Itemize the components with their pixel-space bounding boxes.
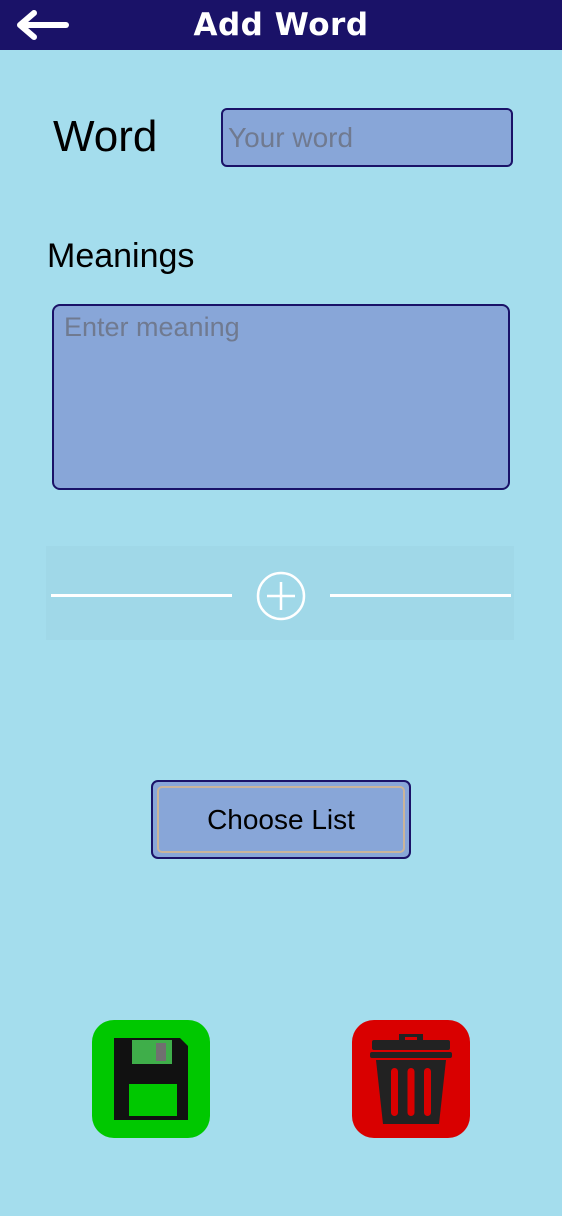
divider-right [330, 594, 511, 597]
add-meaning-row [46, 546, 514, 640]
divider-left [51, 594, 232, 597]
app-header: Add Word [0, 0, 562, 50]
floppy-disk-icon [114, 1038, 188, 1120]
choose-list-button[interactable]: Choose List [151, 780, 411, 859]
meanings-label: Meanings [47, 237, 195, 275]
plus-circle-icon [256, 571, 306, 621]
delete-button[interactable] [352, 1020, 470, 1138]
meaning-input[interactable] [52, 304, 510, 490]
choose-list-label: Choose List [157, 786, 405, 853]
back-button[interactable] [12, 8, 72, 42]
word-label: Word [53, 112, 158, 161]
word-input[interactable] [221, 108, 513, 167]
page-title: Add Word [193, 7, 369, 43]
add-meaning-button[interactable] [256, 571, 306, 621]
trash-icon [370, 1034, 452, 1124]
arrow-left-icon [17, 10, 69, 40]
save-button[interactable] [92, 1020, 210, 1138]
